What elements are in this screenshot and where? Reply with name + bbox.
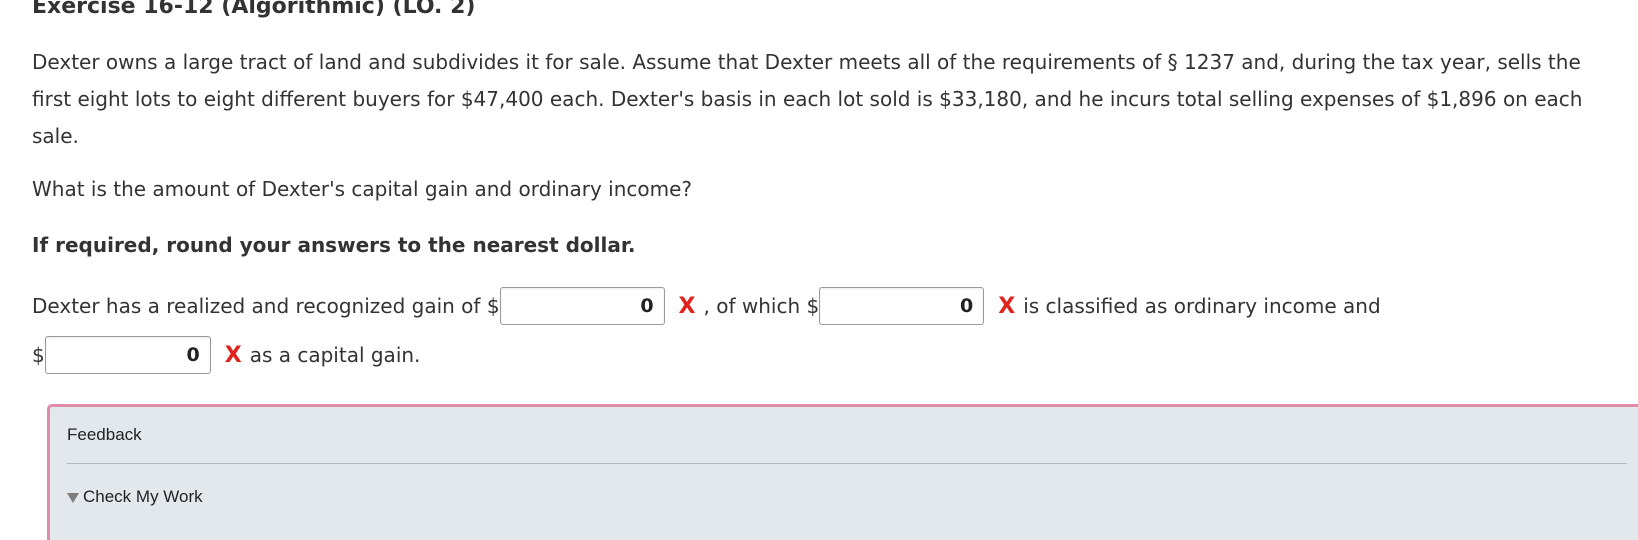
capital-gain-input[interactable] xyxy=(44,336,211,374)
problem-question: What is the amount of Dexter's capital g… xyxy=(32,177,693,201)
answer-line-2: $ X as a capital gain. xyxy=(32,336,420,374)
recognized-gain-input[interactable] xyxy=(499,287,665,325)
feedback-divider xyxy=(67,463,1627,464)
incorrect-x-icon: X xyxy=(998,293,1016,319)
check-my-work-toggle[interactable]: Check My Work xyxy=(67,487,203,507)
of-which-label: , of which $ xyxy=(703,294,820,318)
triangle-down-icon xyxy=(67,492,79,503)
feedback-title: Feedback xyxy=(67,425,142,444)
ordinary-income-input[interactable] xyxy=(819,287,985,325)
rounding-instruction: If required, round your answers to the n… xyxy=(32,233,636,257)
exercise-title: Exercise 16-12 (Algorithmic) (LO. 2) xyxy=(32,0,476,19)
problem-statement: Dexter owns a large tract of land and su… xyxy=(32,50,1583,148)
capital-gain-label: as a capital gain. xyxy=(249,343,421,367)
incorrect-x-icon: X xyxy=(678,293,696,319)
check-my-work-label: Check My Work xyxy=(83,487,203,506)
ordinary-income-label: is classified as ordinary income and xyxy=(1023,294,1381,318)
feedback-panel: Feedback Check My Work xyxy=(47,404,1638,540)
dollar-sign: $ xyxy=(32,343,45,367)
incorrect-x-icon: X xyxy=(224,342,242,368)
answer-line-1: Dexter has a realized and recognized gai… xyxy=(32,287,1381,325)
gain-label: Dexter has a realized and recognized gai… xyxy=(32,294,500,318)
